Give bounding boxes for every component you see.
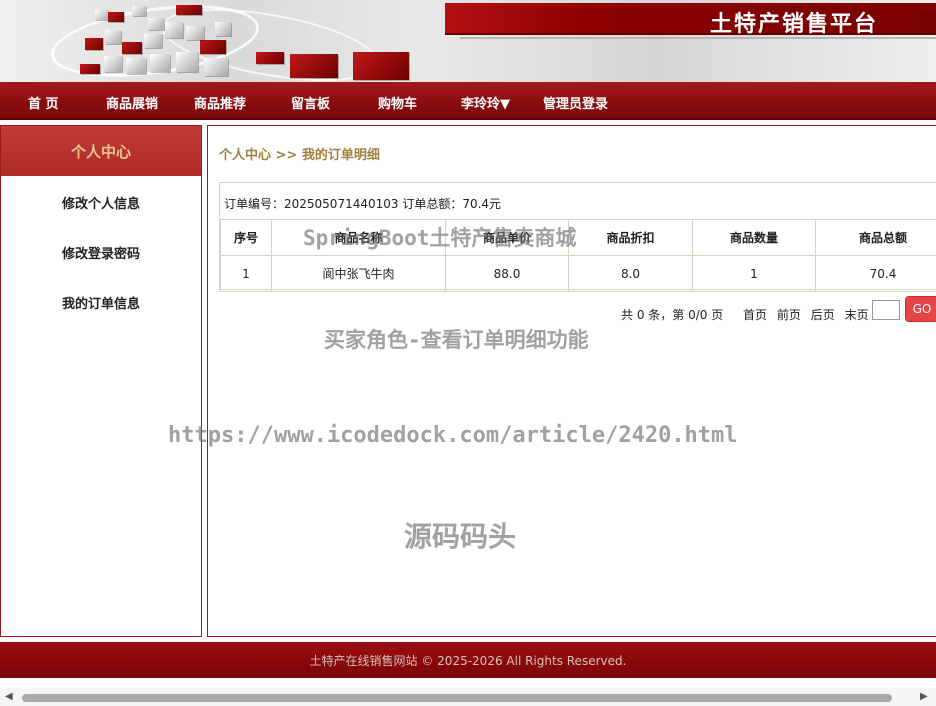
cell-discount: 8.0 xyxy=(569,256,693,292)
cell-unit-price: 88.0 xyxy=(446,256,569,292)
cell-total: 70.4 xyxy=(816,256,936,292)
scroll-left-arrow-icon[interactable]: ◀ xyxy=(5,691,13,702)
scrollbar-thumb[interactable] xyxy=(22,694,892,702)
order-detail-panel: 订单编号：202505071440103 订单总额：70.4元 序号 商品名称 … xyxy=(219,182,936,290)
scroll-right-arrow-icon[interactable]: ▶ xyxy=(920,691,928,702)
nav-item-product-showcase[interactable]: 商品展销 xyxy=(106,93,158,112)
site-banner: 土特产销售平台 xyxy=(0,0,936,82)
pagination-summary: 共 0 条，第 0/0 页 xyxy=(621,308,723,322)
nav-item-product-recommend[interactable]: 商品推荐 xyxy=(194,93,246,112)
prev-page-link[interactable]: 前页 xyxy=(777,308,801,322)
cell-product-name: 阆中张飞牛肉 xyxy=(272,256,446,292)
cell-quantity: 1 xyxy=(693,256,816,292)
nav-item-shopping-cart[interactable]: 购物车 xyxy=(378,93,417,112)
next-page-link[interactable]: 后页 xyxy=(811,308,835,322)
site-title: 土特产销售平台 xyxy=(710,6,878,38)
sidebar-heading: 个人中心 xyxy=(1,126,201,176)
order-items-table: 序号 商品名称 商品单价 商品折扣 商品数量 商品总额 1 阆中张飞牛肉 88.… xyxy=(220,219,936,292)
column-header-discount: 商品折扣 xyxy=(569,220,693,256)
order-summary: 订单编号：202505071440103 订单总额：70.4元 xyxy=(224,195,501,212)
main-content: 个人中心 >> 我的订单明细 订单编号：202505071440103 订单总额… xyxy=(207,125,936,637)
sidebar-item-change-password[interactable]: 修改登录密码 xyxy=(1,243,201,262)
last-page-link[interactable]: 末页 xyxy=(845,308,869,322)
first-page-link[interactable]: 首页 xyxy=(743,308,767,322)
column-header-product-name: 商品名称 xyxy=(272,220,446,256)
cell-index: 1 xyxy=(221,256,272,292)
personal-center-sidebar: 个人中心 修改个人信息 修改登录密码 我的订单信息 xyxy=(0,125,202,637)
site-footer: 土特产在线销售网站 © 2025-2026 All Rights Reserve… xyxy=(0,642,936,678)
pagination: 共 0 条，第 0/0 页 首页 前页 后页 末页 xyxy=(621,306,875,323)
sidebar-item-edit-profile[interactable]: 修改个人信息 xyxy=(1,193,201,212)
column-header-index: 序号 xyxy=(221,220,272,256)
breadcrumb: 个人中心 >> 我的订单明细 xyxy=(219,144,380,163)
table-row: 1 阆中张飞牛肉 88.0 8.0 1 70.4 xyxy=(221,256,936,292)
table-header-row: 序号 商品名称 商品单价 商品折扣 商品数量 商品总额 xyxy=(221,220,936,256)
main-nav: 首 页 商品展销 商品推荐 留言板 购物车 李玲玲▼ 管理员登录 xyxy=(0,82,936,120)
go-button[interactable]: GO xyxy=(905,296,936,322)
page-number-input[interactable] xyxy=(872,300,900,320)
page-root: 土特产销售平台 首 页 商品展销 商品推荐 留言板 购物车 李玲玲▼ 管理员登录… xyxy=(0,0,936,706)
nav-item-admin-login[interactable]: 管理员登录 xyxy=(543,93,608,112)
column-header-quantity: 商品数量 xyxy=(693,220,816,256)
column-header-total: 商品总额 xyxy=(816,220,936,256)
nav-item-home[interactable]: 首 页 xyxy=(28,93,59,112)
horizontal-scrollbar[interactable]: ◀ ▶ xyxy=(0,688,936,706)
sidebar-item-my-orders[interactable]: 我的订单信息 xyxy=(1,293,201,312)
nav-item-message-board[interactable]: 留言板 xyxy=(291,93,330,112)
nav-item-user-menu[interactable]: 李玲玲▼ xyxy=(461,93,510,112)
column-header-unit-price: 商品单价 xyxy=(446,220,569,256)
